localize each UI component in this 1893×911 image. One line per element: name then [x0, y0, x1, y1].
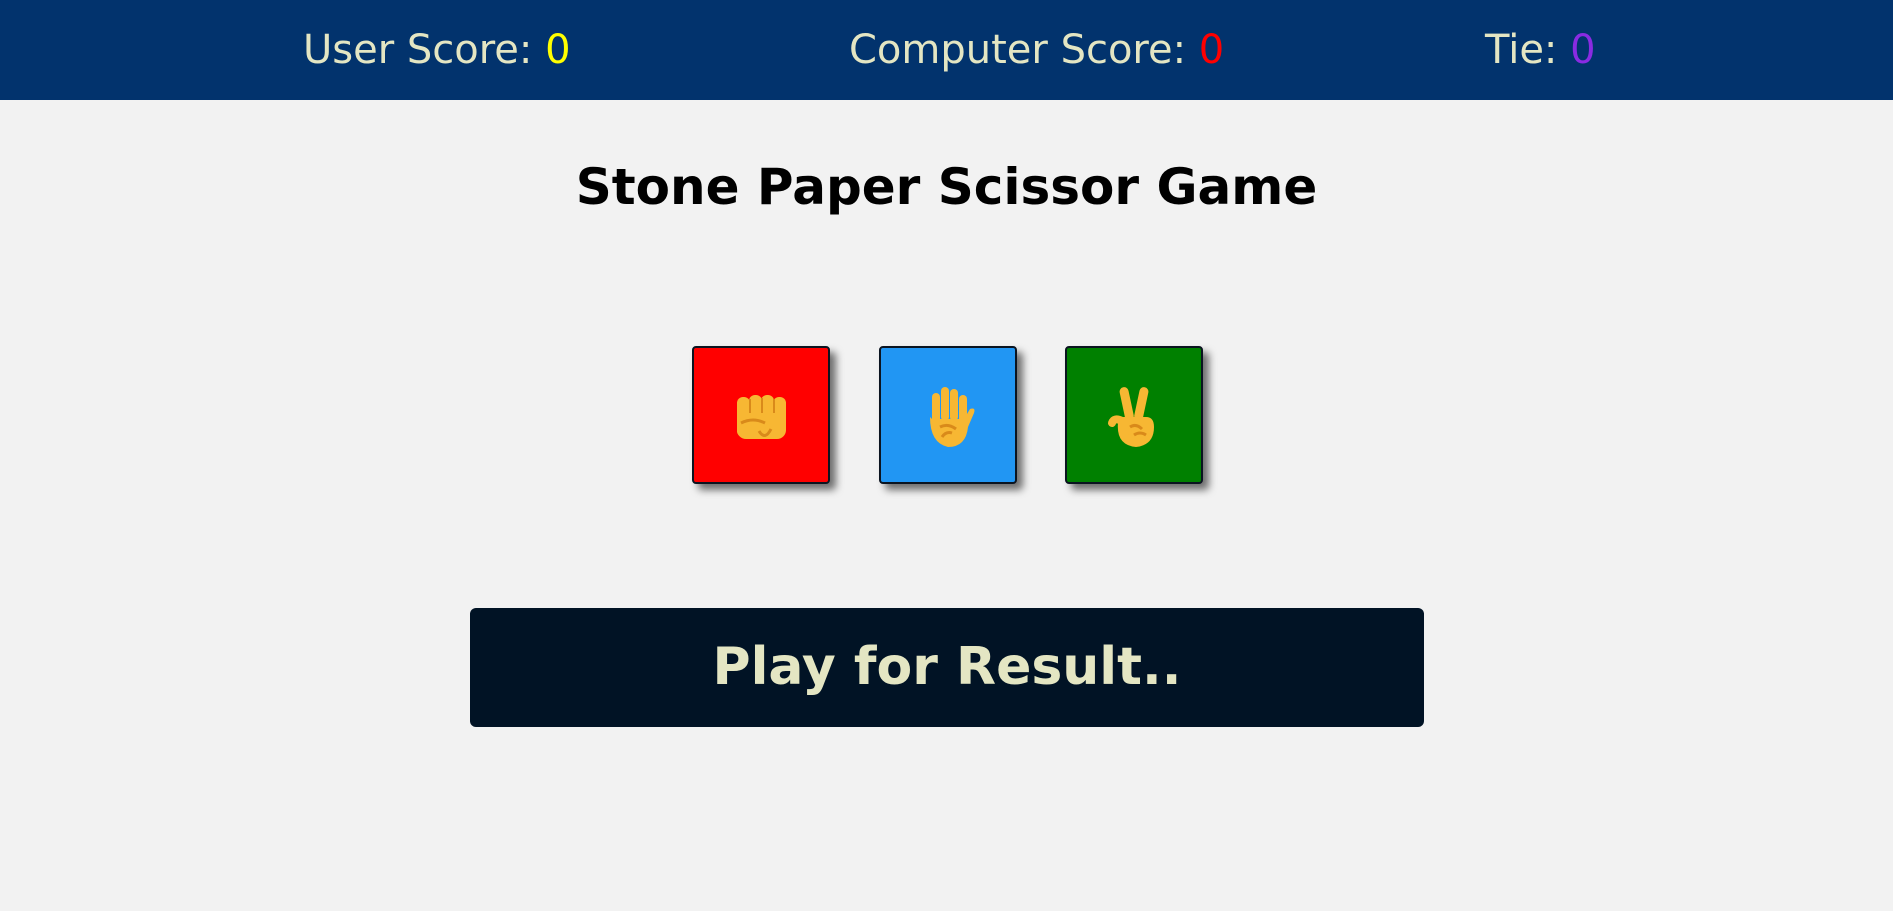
paper-choice-button[interactable]	[879, 346, 1017, 484]
user-score-label: User Score:	[303, 27, 546, 73]
raised-hand-icon	[930, 387, 975, 447]
computer-score-value: 0	[1198, 27, 1225, 73]
tie-score-value: 0	[1570, 27, 1596, 73]
computer-score-label: Computer Score:	[849, 27, 1199, 73]
tie-score: Tie: 0	[1485, 22, 1596, 78]
computer-score: Computer Score: 0	[849, 22, 1224, 78]
result-message: Play for Result..	[470, 608, 1424, 727]
tie-score-label: Tie:	[1485, 27, 1571, 73]
scissor-choice-button[interactable]	[1065, 346, 1203, 484]
stone-choice-button[interactable]	[692, 346, 830, 484]
score-bar: User Score: 0 Computer Score: 0 Tie: 0	[0, 0, 1893, 100]
user-score-value: 0	[545, 27, 571, 73]
fist-icon	[737, 395, 786, 439]
page-title: Stone Paper Scissor Game	[575, 158, 1318, 216]
user-score: User Score: 0	[303, 22, 571, 78]
victory-hand-icon	[1108, 387, 1154, 447]
